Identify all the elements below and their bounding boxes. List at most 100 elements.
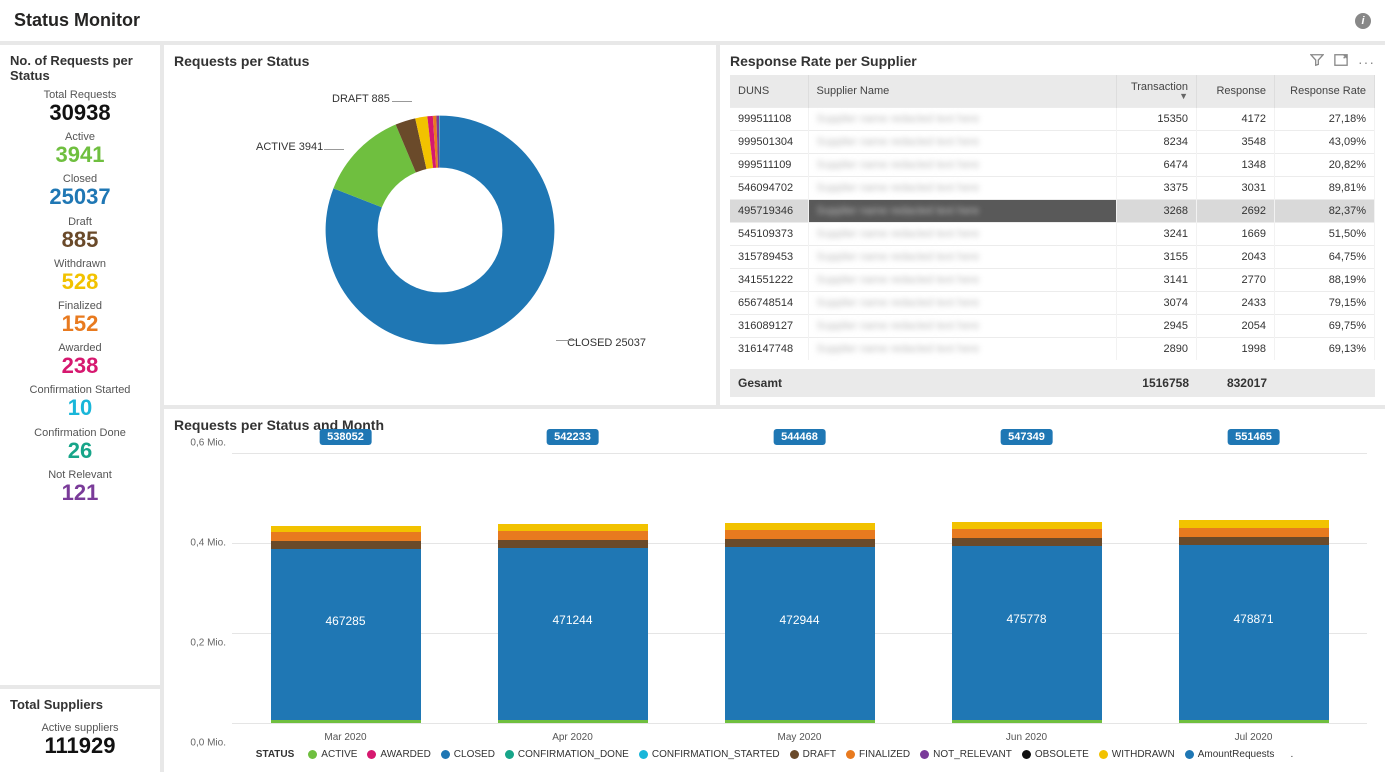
table-row[interactable]: 545109373 Supplier name redacted text he…: [730, 223, 1375, 246]
bar-group[interactable]: 547349475778: [942, 453, 1112, 723]
info-icon[interactable]: i: [1355, 13, 1371, 29]
kpi-label: Draft: [10, 216, 150, 228]
footer-label: Gesamt: [738, 376, 1099, 390]
col-duns[interactable]: DUNS: [730, 75, 808, 108]
y-tick: 0,0 Mio.: [190, 738, 226, 749]
legend-item[interactable]: CONFIRMATION_STARTED: [639, 749, 780, 760]
donut-svg: [310, 100, 570, 360]
legend-item[interactable]: AmountRequests: [1185, 749, 1275, 760]
suppliers-label: Active suppliers: [10, 722, 150, 734]
kpi-panel: No. of Requests per Status Total Request…: [0, 45, 160, 685]
table-row[interactable]: 999501304 Supplier name redacted text he…: [730, 131, 1375, 154]
legend-swatch: [441, 750, 450, 759]
bar-group[interactable]: 538052467285: [261, 453, 431, 723]
table-row[interactable]: 316147748 Supplier name redacted text he…: [730, 338, 1375, 361]
legend-item[interactable]: CLOSED: [441, 749, 495, 760]
legend-swatch: [505, 750, 514, 759]
kpi-value: 121: [10, 481, 150, 505]
kpi-item[interactable]: Confirmation Done 26: [10, 427, 150, 463]
kpi-value: 3941: [10, 143, 150, 167]
kpi-value: 528: [10, 270, 150, 294]
kpi-label: Not Relevant: [10, 469, 150, 481]
bar-group[interactable]: 544468472944: [715, 453, 885, 723]
bar-segment-active: [271, 720, 421, 723]
bar-segment-closed: [725, 547, 875, 720]
kpi-item[interactable]: Finalized 152: [10, 300, 150, 336]
more-options-icon[interactable]: ···: [1358, 54, 1375, 70]
bar-group[interactable]: 542233471244: [488, 453, 658, 723]
col-response[interactable]: Response: [1197, 75, 1275, 108]
focus-mode-icon[interactable]: [1334, 53, 1348, 70]
table-row[interactable]: 495719346 Supplier name redacted text he…: [730, 200, 1375, 223]
table-row[interactable]: 656748514 Supplier name redacted text he…: [730, 292, 1375, 315]
legend-item[interactable]: OBSOLETE: [1022, 749, 1089, 760]
response-table-title: Response Rate per Supplier: [730, 53, 917, 69]
y-tick: 0,2 Mio.: [190, 638, 226, 649]
donut-label-closed: CLOSED 25037: [567, 337, 646, 349]
bar-segment-withdrawn: [952, 522, 1102, 530]
kpi-item[interactable]: Closed 25037: [10, 173, 150, 209]
x-tick: Apr 2020: [488, 732, 658, 743]
header-bar: Status Monitor i: [0, 0, 1385, 41]
plot-area: 538052467285 542233471244 544468472944 5473…: [232, 443, 1367, 743]
bar-segment-active: [952, 720, 1102, 723]
kpi-item[interactable]: Confirmation Started 10: [10, 384, 150, 420]
kpi-item[interactable]: Total Requests 30938: [10, 89, 150, 125]
bar-segment-finalized: [271, 532, 421, 541]
legend-swatch: [1022, 750, 1031, 759]
bar-segment-draft: [498, 540, 648, 548]
donut-chart[interactable]: DRAFT 885 ACTIVE 3941 CLOSED 25037: [174, 75, 706, 385]
suppliers-value: 111929: [10, 734, 150, 758]
col-response-rate[interactable]: Response Rate: [1275, 75, 1375, 108]
kpi-label: Confirmation Done: [10, 427, 150, 439]
legend-item[interactable]: DRAFT: [790, 749, 836, 760]
bar-total-label: 542233: [546, 429, 599, 445]
legend-item[interactable]: ACTIVE: [308, 749, 357, 760]
kpi-item[interactable]: Draft 885: [10, 216, 150, 252]
donut-panel: Requests per Status DRAFT 885 ACTIVE 394…: [164, 45, 716, 405]
legend-swatch: [1099, 750, 1108, 759]
barchart-legend: STATUSACTIVEAWARDEDCLOSEDCONFIRMATION_DO…: [174, 743, 1375, 764]
kpi-item[interactable]: Withdrawn 528: [10, 258, 150, 294]
response-table[interactable]: DUNS Supplier Name Transaction▼ Response…: [730, 75, 1375, 360]
bar-group[interactable]: 551465478871: [1169, 453, 1339, 723]
legend-item[interactable]: FINALIZED: [846, 749, 910, 760]
col-supplier-name[interactable]: Supplier Name: [808, 75, 1117, 108]
table-footer: Gesamt 1516758 832017: [730, 369, 1375, 397]
table-row[interactable]: 341551222 Supplier name redacted text he…: [730, 269, 1375, 292]
y-axis: 0,0 Mio.0,2 Mio.0,4 Mio.0,6 Mio.: [182, 443, 232, 743]
kpi-item[interactable]: Awarded 238: [10, 342, 150, 378]
col-transaction[interactable]: Transaction▼: [1117, 75, 1197, 108]
table-row[interactable]: 999511108 Supplier name redacted text he…: [730, 108, 1375, 131]
kpi-value: 238: [10, 354, 150, 378]
table-row[interactable]: 999511109 Supplier name redacted text he…: [730, 154, 1375, 177]
kpi-value: 25037: [10, 185, 150, 209]
barchart-body[interactable]: 0,0 Mio.0,2 Mio.0,4 Mio.0,6 Mio. 5380524…: [174, 439, 1375, 743]
footer-transaction: 1516758: [1099, 376, 1189, 390]
kpi-value: 152: [10, 312, 150, 336]
bar-segment-draft: [952, 538, 1102, 546]
bar-segment-closed: [271, 549, 421, 720]
table-row[interactable]: 316089127 Supplier name redacted text he…: [730, 315, 1375, 338]
bar-segment-withdrawn: [725, 523, 875, 531]
bar-segment-active: [725, 720, 875, 723]
bar-segment-draft: [725, 539, 875, 547]
kpi-item[interactable]: Not Relevant 121: [10, 469, 150, 505]
bar-total-label: 544468: [773, 429, 826, 445]
kpi-item[interactable]: Active 3941: [10, 131, 150, 167]
barchart-panel: Requests per Status and Month 0,0 Mio.0,…: [164, 409, 1385, 772]
legend-item[interactable]: NOT_RELEVANT: [920, 749, 1012, 760]
table-row[interactable]: 315789453 Supplier name redacted text he…: [730, 246, 1375, 269]
bar-total-label: 551465: [1227, 429, 1280, 445]
filter-icon[interactable]: [1310, 53, 1324, 70]
legend-item[interactable]: AWARDED: [367, 749, 430, 760]
x-tick: May 2020: [715, 732, 885, 743]
bar-segment-active: [498, 720, 648, 723]
legend-item[interactable]: CONFIRMATION_DONE: [505, 749, 629, 760]
bar-segment-closed: [1179, 545, 1329, 721]
bar-segment-closed: [952, 546, 1102, 720]
response-table-panel: Response Rate per Supplier ··· DUNS: [720, 45, 1385, 405]
legend-swatch: [790, 750, 799, 759]
legend-item[interactable]: WITHDRAWN: [1099, 749, 1175, 760]
table-row[interactable]: 546094702 Supplier name redacted text he…: [730, 177, 1375, 200]
